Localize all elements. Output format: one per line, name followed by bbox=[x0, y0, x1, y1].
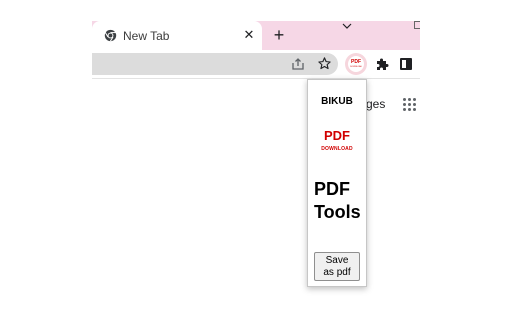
popup-title: PDF Tools bbox=[314, 178, 368, 224]
popup-logo-subtext: DOWNLOAD bbox=[321, 146, 353, 152]
chrome-icon bbox=[104, 29, 117, 42]
pdf-extension-icon: PDF DOWNLOAD bbox=[348, 56, 364, 72]
images-link[interactable]: ges bbox=[366, 97, 385, 111]
close-icon[interactable]: ✕ bbox=[243, 28, 255, 41]
popup-logo-text: PDF bbox=[324, 128, 350, 143]
extension-icon-sublabel: DOWNLOAD bbox=[350, 66, 362, 68]
side-panel-icon[interactable] bbox=[400, 58, 412, 70]
tab-new-tab[interactable] bbox=[92, 21, 262, 50]
apps-grid-icon[interactable] bbox=[403, 98, 417, 112]
popup-title-line2: Tools bbox=[314, 202, 361, 222]
pdf-extension-button[interactable]: PDF DOWNLOAD bbox=[345, 53, 367, 75]
save-button-line2: as pdf bbox=[323, 266, 351, 278]
save-as-pdf-button[interactable]: Save as pdf bbox=[314, 252, 360, 281]
popup-brand: BIKUB bbox=[321, 96, 353, 107]
popup-title-line1: PDF bbox=[314, 179, 350, 199]
toolbar-divider bbox=[92, 78, 420, 79]
tab-title: New Tab bbox=[123, 29, 170, 43]
save-button-line1: Save bbox=[325, 254, 349, 266]
extension-popup: BIKUB PDF DOWNLOAD PDF Tools Save as pdf bbox=[307, 79, 367, 287]
puzzle-icon[interactable] bbox=[375, 57, 389, 71]
share-icon[interactable] bbox=[291, 57, 305, 71]
new-tab-button[interactable]: + bbox=[270, 26, 288, 44]
maximize-button[interactable] bbox=[414, 21, 420, 29]
chevron-down-icon[interactable] bbox=[341, 22, 353, 30]
star-icon[interactable] bbox=[317, 56, 332, 71]
extension-icon-label: PDF bbox=[351, 59, 361, 65]
